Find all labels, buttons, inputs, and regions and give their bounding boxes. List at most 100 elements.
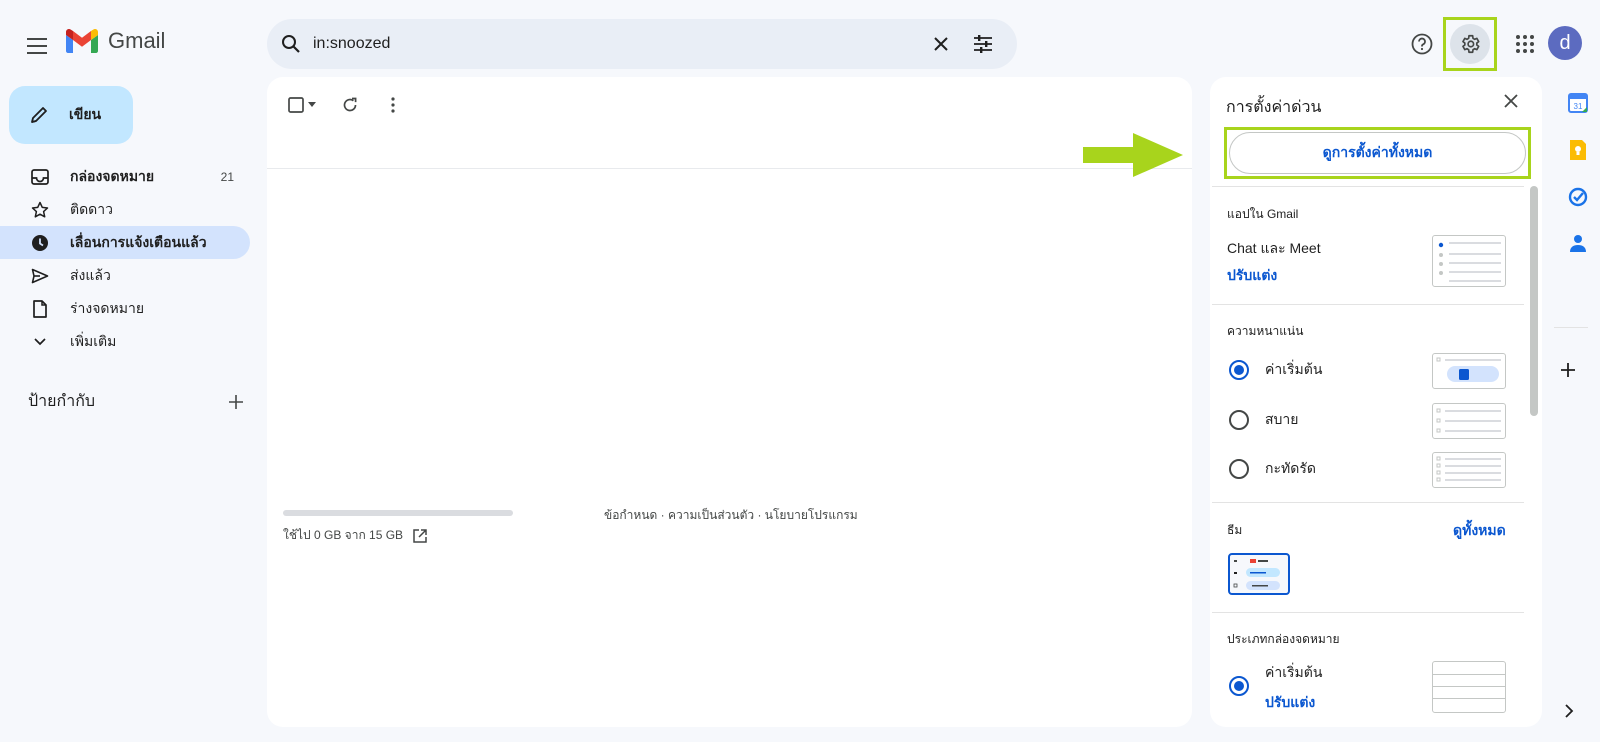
app-name: Gmail: [108, 28, 166, 53]
inbox-icon: [31, 168, 49, 185]
sidebar-item-snoozed[interactable]: เลื่อนการแจ้งเตือนแล้ว: [0, 226, 250, 259]
radio-unselected[interactable]: [1229, 459, 1249, 479]
sidebar-item-inbox[interactable]: กล่องจดหมาย 21: [0, 160, 250, 193]
apps-preview: [1432, 235, 1506, 287]
inbox-type-preview: [1432, 661, 1506, 713]
toolbar-divider: [267, 168, 1192, 169]
clear-search-button[interactable]: [923, 26, 959, 62]
search-input[interactable]: in:snoozed: [313, 35, 917, 53]
arrow-annotation: [1083, 133, 1183, 177]
refresh-icon: [343, 97, 357, 112]
theme-preview-graphic: [1233, 559, 1280, 590]
chat-meet-label: Chat และ Meet: [1227, 240, 1321, 256]
theme-section-title: ธีม: [1227, 523, 1243, 537]
qs-divider: [1212, 612, 1524, 613]
inbox-default-radio[interactable]: [1229, 676, 1249, 696]
contacts-icon[interactable]: [1570, 233, 1586, 253]
view-all-themes-link[interactable]: ดูทั้งหมด: [1453, 520, 1506, 542]
density-option-label: กะทัดรัด: [1265, 460, 1316, 476]
density-default-preview: [1432, 353, 1506, 389]
density-comfortable-option[interactable]: สบาย: [1229, 409, 1299, 431]
storage-progress-bar: [283, 510, 513, 516]
gear-icon: [1462, 34, 1480, 54]
qs-divider: [1212, 502, 1524, 503]
density-option-label: สบาย: [1265, 411, 1299, 427]
storage-usage-text: ใช้ไป 0 GB จาก 15 GB: [283, 528, 404, 542]
chevron-right-icon: [1565, 704, 1574, 718]
theme-default-thumbnail[interactable]: [1228, 553, 1290, 595]
compose-button[interactable]: เขียน: [9, 86, 133, 144]
clock-icon: [32, 234, 48, 251]
sidebar-item-label: ร่างจดหมาย: [70, 299, 145, 316]
sidebar-item-label: เลื่อนการแจ้งเตือนแล้ว: [70, 233, 207, 250]
checkbox-icon: [288, 97, 304, 113]
sidebar-nav: กล่องจดหมาย 21 ติดดาว เลื่อนการแจ้งเตือน…: [0, 160, 250, 358]
side-panel-rail: 31: [1560, 93, 1596, 253]
density-section-title: ความหนาแน่น: [1227, 324, 1304, 338]
radio-selected[interactable]: [1229, 676, 1249, 696]
density-comfortable-graphic: [1436, 408, 1501, 433]
footer-links[interactable]: ข้อกำหนด · ความเป็นส่วนตัว · นโยบายโปรแก…: [604, 506, 858, 525]
more-vert-icon: [391, 97, 395, 113]
inbox-type-section-title: ประเภทกล่องจดหมาย: [1227, 632, 1340, 646]
sidebar-item-more[interactable]: เพิ่มเติม: [0, 325, 250, 358]
density-default-option[interactable]: ค่าเริ่มต้น: [1229, 359, 1322, 381]
open-in-new-icon[interactable]: [413, 528, 427, 543]
gmail-logo[interactable]: Gmail: [66, 28, 165, 54]
support-button[interactable]: [1402, 24, 1442, 64]
storage-info[interactable]: ใช้ไป 0 GB จาก 15 GB: [283, 526, 427, 545]
draft-icon: [33, 299, 47, 318]
avatar[interactable]: d: [1548, 26, 1582, 60]
plus-icon: [1561, 363, 1575, 377]
keep-icon[interactable]: [1569, 139, 1587, 161]
density-comfortable-preview: [1432, 403, 1506, 439]
show-side-panel-button[interactable]: [1564, 704, 1574, 718]
radio-selected[interactable]: [1229, 360, 1249, 380]
sidebar-item-label: เพิ่มเติม: [70, 332, 117, 349]
google-apps-button[interactable]: [1505, 24, 1545, 64]
search-icon[interactable]: [281, 34, 301, 54]
inbox-default-label: ค่าเริ่มต้น: [1265, 664, 1323, 680]
density-compact-preview: [1432, 452, 1506, 488]
inbox-customize-link[interactable]: ปรับแต่ง: [1265, 692, 1315, 714]
search-options-button[interactable]: [965, 26, 1001, 62]
qs-scrollbar[interactable]: [1530, 186, 1538, 416]
pencil-icon: [31, 107, 47, 123]
apps-section-title: แอปใน Gmail: [1227, 207, 1299, 221]
density-default-graphic: [1436, 357, 1501, 382]
select-checkbox[interactable]: [282, 90, 322, 120]
sidebar-item-sent[interactable]: ส่งแล้ว: [0, 259, 250, 292]
labels-header: ป้ายกำกับ: [28, 389, 244, 414]
qs-divider: [1212, 304, 1524, 305]
get-addons-button[interactable]: [1560, 362, 1576, 378]
svg-text:31: 31: [1574, 102, 1583, 111]
add-label-icon[interactable]: [228, 394, 244, 410]
menu-icon: [27, 38, 47, 54]
density-compact-option[interactable]: กะทัดรัด: [1229, 458, 1316, 480]
apps-preview-graphic: [1438, 242, 1501, 282]
settings-highlight: [1443, 17, 1497, 71]
refresh-button[interactable]: [330, 90, 370, 120]
search-bar[interactable]: in:snoozed: [267, 19, 1017, 69]
compose-label: เขียน: [69, 106, 102, 122]
calendar-icon[interactable]: 31: [1568, 93, 1588, 113]
sidebar-item-starred[interactable]: ติดดาว: [0, 193, 250, 226]
tasks-icon[interactable]: [1568, 187, 1588, 207]
close-icon: [934, 37, 948, 51]
density-option-label: ค่าเริ่มต้น: [1265, 361, 1323, 377]
customize-apps-link[interactable]: ปรับแต่ง: [1227, 265, 1277, 287]
sidebar-item-label: ติดดาว: [70, 200, 113, 217]
help-icon: [1411, 33, 1433, 55]
tune-icon: [974, 35, 992, 53]
radio-unselected[interactable]: [1229, 410, 1249, 430]
more-options-button[interactable]: [378, 90, 408, 120]
main-menu-button[interactable]: [20, 28, 56, 64]
caret-down-icon: [308, 102, 316, 107]
settings-button[interactable]: [1450, 24, 1490, 64]
inbox-type-graphic: [1433, 674, 1505, 699]
close-quick-settings-button[interactable]: [1504, 94, 1518, 108]
see-all-settings-button[interactable]: ดูการตั้งค่าทั้งหมด: [1229, 132, 1526, 174]
message-list-panel: [267, 77, 1192, 727]
sidebar-item-drafts[interactable]: ร่างจดหมาย: [0, 292, 250, 325]
unread-count: 21: [220, 169, 234, 184]
